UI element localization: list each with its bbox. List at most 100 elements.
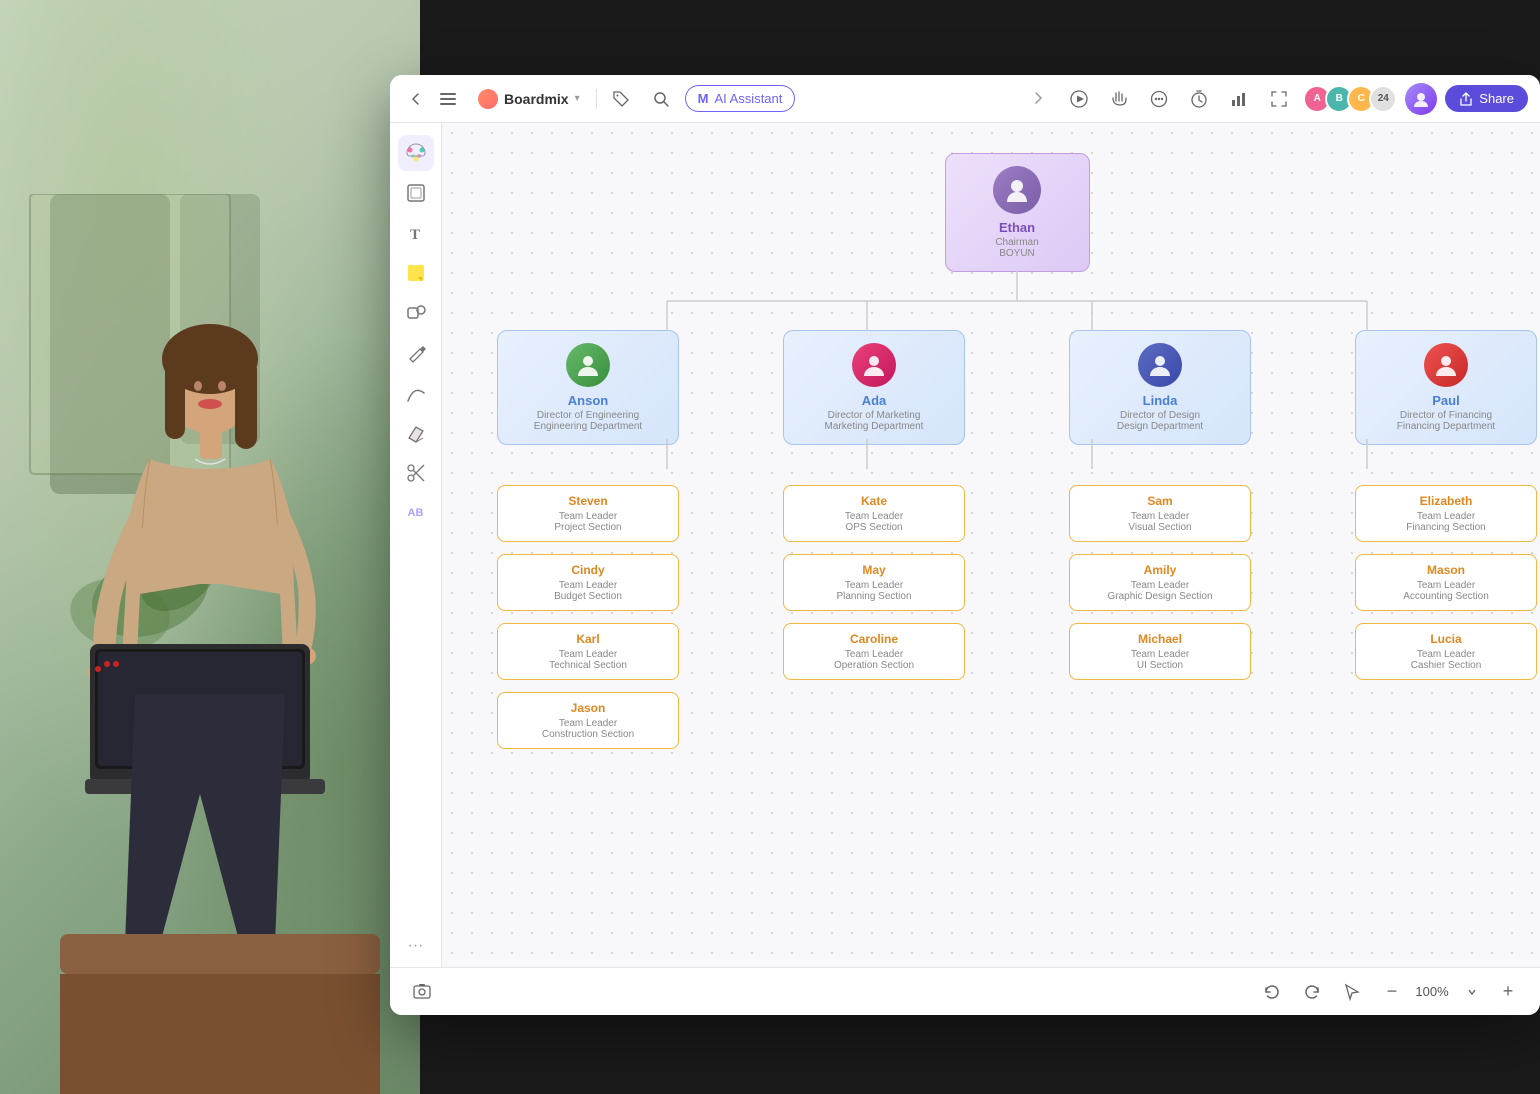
node-anson[interactable]: Anson Director of Engineering Engineerin…: [497, 330, 679, 445]
caroline-name: Caroline: [794, 632, 954, 646]
node-lucia[interactable]: Lucia Team Leader Cashier Section: [1355, 623, 1537, 680]
back-button[interactable]: [402, 85, 430, 113]
kate-name: Kate: [794, 494, 954, 508]
node-mason[interactable]: Mason Team Leader Accounting Section: [1355, 554, 1537, 611]
zoom-in-button[interactable]: +: [1492, 976, 1524, 1008]
node-ethan[interactable]: Ethan Chairman BOYUN: [945, 153, 1090, 272]
linda-name: Linda: [1080, 393, 1240, 408]
node-amily[interactable]: Amily Team Leader Graphic Design Section: [1069, 554, 1251, 611]
zoom-control: − 100% +: [1376, 976, 1524, 1008]
cindy-name: Cindy: [508, 563, 668, 577]
search-button[interactable]: [645, 83, 677, 115]
steven-role: Team Leader: [508, 511, 668, 522]
zoom-chevron-button[interactable]: [1456, 976, 1488, 1008]
may-role: Team Leader: [794, 580, 954, 591]
scissors-tool[interactable]: [398, 455, 434, 491]
expand-button[interactable]: [1263, 83, 1295, 115]
karl-role: Team Leader: [508, 649, 668, 660]
pen-tool[interactable]: [398, 335, 434, 371]
jason-name: Jason: [508, 701, 668, 715]
node-ada[interactable]: Ada Director of Marketing Marketing Depa…: [783, 330, 965, 445]
share-label: Share: [1479, 91, 1514, 106]
amily-section: Graphic Design Section: [1080, 591, 1240, 602]
brand-chevron-icon: ▾: [575, 93, 580, 104]
cindy-role: Team Leader: [508, 580, 668, 591]
node-kate[interactable]: Kate Team Leader OPS Section: [783, 485, 965, 542]
play-button[interactable]: [1063, 83, 1095, 115]
anson-name: Anson: [508, 393, 668, 408]
bottom-right: − 100% +: [1256, 976, 1524, 1008]
l3-col-design: Sam Team Leader Visual Section Amily Tea…: [1069, 485, 1251, 680]
undo-button[interactable]: [1256, 976, 1288, 1008]
node-linda[interactable]: Linda Director of Design Design Departme…: [1069, 330, 1251, 445]
node-paul[interactable]: Paul Director of Financing Financing Dep…: [1355, 330, 1537, 445]
share-button[interactable]: Share: [1445, 85, 1528, 112]
paul-dept: Financing Department: [1366, 421, 1526, 432]
palette-tool[interactable]: [398, 135, 434, 171]
node-sam[interactable]: Sam Team Leader Visual Section: [1069, 485, 1251, 542]
nav-buttons: [402, 85, 462, 113]
elizabeth-section: Financing Section: [1366, 522, 1526, 533]
sticky-note-tool[interactable]: [398, 255, 434, 291]
linda-dept: Design Department: [1080, 421, 1240, 432]
zoom-out-button[interactable]: −: [1376, 976, 1408, 1008]
node-may[interactable]: May Team Leader Planning Section: [783, 554, 965, 611]
shape-tool[interactable]: [398, 295, 434, 331]
ai-assistant-label: AI Assistant: [714, 91, 782, 106]
comment-button[interactable]: [1143, 83, 1175, 115]
redo-button[interactable]: [1296, 976, 1328, 1008]
level3-row: Steven Team Leader Project Section Cindy…: [492, 485, 1540, 749]
brand-area[interactable]: Boardmix ▾: [470, 85, 588, 113]
amily-name: Amily: [1080, 563, 1240, 577]
mason-role: Team Leader: [1366, 580, 1526, 591]
collaborators-group: A B C 24: [1303, 85, 1397, 113]
node-elizabeth[interactable]: Elizabeth Team Leader Financing Section: [1355, 485, 1537, 542]
node-cindy[interactable]: Cindy Team Leader Budget Section: [497, 554, 679, 611]
eraser-tool[interactable]: [398, 415, 434, 451]
anson-role: Director of Engineering: [508, 410, 668, 421]
screenshot-button[interactable]: [406, 976, 438, 1008]
ai-assistant-button[interactable]: M AI Assistant: [685, 85, 796, 112]
tag-button[interactable]: [605, 83, 637, 115]
ada-dept: Marketing Department: [794, 421, 954, 432]
node-jason[interactable]: Jason Team Leader Construction Section: [497, 692, 679, 749]
canvas-area[interactable]: Ethan Chairman BOYUN Anson: [442, 123, 1540, 967]
node-michael[interactable]: Michael Team Leader UI Section: [1069, 623, 1251, 680]
zoom-level: 100%: [1412, 984, 1452, 999]
bottom-toolbar: − 100% +: [390, 967, 1540, 1015]
anson-dept: Engineering Department: [508, 421, 668, 432]
kate-section: OPS Section: [794, 522, 954, 533]
ab-tool[interactable]: AB: [398, 495, 434, 531]
ai-icon: M: [698, 91, 709, 106]
ethan-company: BOYUN: [956, 248, 1079, 259]
frame-tool[interactable]: [398, 175, 434, 211]
topbar: Boardmix ▾ M AI Assistant: [390, 75, 1540, 123]
karl-name: Karl: [508, 632, 668, 646]
chart-button[interactable]: [1223, 83, 1255, 115]
current-user-avatar[interactable]: [1405, 83, 1437, 115]
kate-role: Team Leader: [794, 511, 954, 522]
timer-button[interactable]: [1183, 83, 1215, 115]
mason-name: Mason: [1366, 563, 1526, 577]
linda-role: Director of Design: [1080, 410, 1240, 421]
node-caroline[interactable]: Caroline Team Leader Operation Section: [783, 623, 965, 680]
cursor-button[interactable]: [1336, 976, 1368, 1008]
may-section: Planning Section: [794, 591, 954, 602]
forward-button[interactable]: [1023, 83, 1055, 115]
avatar-linda: [1138, 343, 1182, 387]
michael-role: Team Leader: [1080, 649, 1240, 660]
lucia-section: Cashier Section: [1366, 660, 1526, 671]
sidebar-more[interactable]: ···: [408, 937, 424, 955]
avatar-ethan: [993, 166, 1041, 214]
hand-button[interactable]: [1103, 83, 1135, 115]
avatar-ada: [852, 343, 896, 387]
node-karl[interactable]: Karl Team Leader Technical Section: [497, 623, 679, 680]
menu-button[interactable]: [434, 85, 462, 113]
org-chart: Ethan Chairman BOYUN Anson: [492, 153, 1540, 749]
mason-section: Accounting Section: [1366, 591, 1526, 602]
curve-tool[interactable]: [398, 375, 434, 411]
connector-spacer-2: [492, 445, 1540, 485]
text-tool[interactable]: T: [398, 215, 434, 251]
paul-role: Director of Financing: [1366, 410, 1526, 421]
node-steven[interactable]: Steven Team Leader Project Section: [497, 485, 679, 542]
